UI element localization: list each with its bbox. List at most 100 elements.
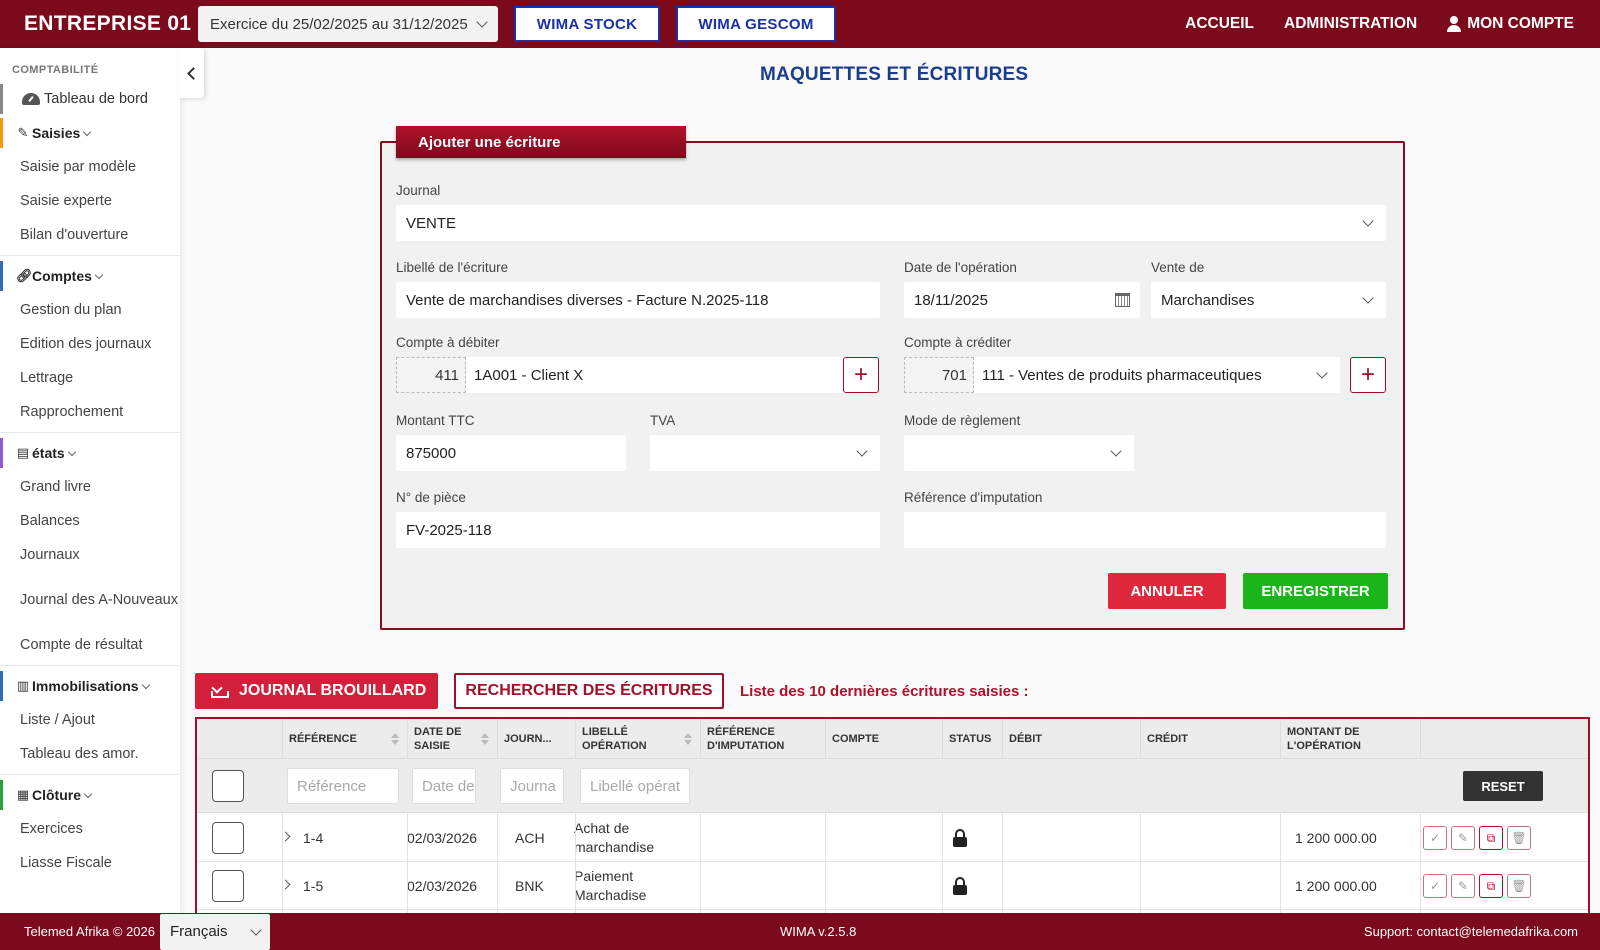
sidebar-item-dashboard[interactable]: Tableau de bord <box>0 82 180 116</box>
sidebar-divider <box>0 432 180 433</box>
nav-my-account[interactable]: MON COMPTE <box>1447 15 1574 33</box>
language-select[interactable]: Français <box>160 913 270 950</box>
sidebar-item-saisie-modele[interactable]: Saisie par modèle <box>0 150 180 184</box>
sidebar-group-saisies[interactable]: ✎ Saisies <box>0 116 180 150</box>
nav-administration[interactable]: ADMINISTRATION <box>1284 15 1417 33</box>
reset-filters-button[interactable]: RESET <box>1463 771 1543 801</box>
filter-date-input[interactable]: Date de <box>412 768 476 804</box>
sidebar-item-tableau-amor[interactable]: Tableau des amor. <box>0 737 180 771</box>
sidebar-item-edition-journaux[interactable]: Edition des journaux <box>0 327 180 361</box>
sidebar-group-cloture[interactable]: ▦ Clôture <box>0 778 180 812</box>
cancel-button[interactable]: ANNULER <box>1108 573 1226 609</box>
sidebar-item-journal-a-nouveaux[interactable]: Journal des A-Nouveaux <box>0 572 180 628</box>
select-all-checkbox[interactable] <box>212 770 244 802</box>
sidebar-item-liste-ajout[interactable]: Liste / Ajout <box>0 703 180 737</box>
imputation-ref-input[interactable] <box>904 512 1386 548</box>
header-date[interactable]: DATE DE SAISIE <box>407 719 497 759</box>
header-label: JOURN... <box>504 733 552 745</box>
validate-icon[interactable]: ✓ <box>1423 874 1447 898</box>
debit-account-label: Compte à débiter <box>396 335 500 350</box>
calendar-icon[interactable] <box>1115 293 1130 307</box>
date-input[interactable]: 18/11/2025 <box>904 282 1140 318</box>
footer: Telemed Afrika © 2026 Français WIMA v.2.… <box>0 913 1600 950</box>
credit-account-field[interactable]: 111 - Ventes de produits pharmaceutiques <box>974 357 1340 393</box>
header-label: MONTANT DE L'OPÉRATION <box>1287 726 1361 752</box>
column-divider <box>497 813 498 917</box>
download-icon <box>211 684 229 698</box>
calendar-icon: ▦ <box>16 787 30 802</box>
sidebar-item-liasse-fiscale[interactable]: Liasse Fiscale <box>0 846 180 880</box>
save-button[interactable]: ENREGISTRER <box>1243 573 1388 609</box>
sidebar-group-immobilisations[interactable]: ▥ Immobilisations <box>0 669 180 703</box>
filter-libelle-input[interactable]: Libellé opérat <box>580 768 690 804</box>
piece-input[interactable]: FV-2025-118 <box>396 512 880 548</box>
copy-icon[interactable]: ⧉ <box>1479 826 1503 850</box>
filter-reference-input[interactable]: Référence <box>287 768 399 804</box>
sidebar-item-grand-livre[interactable]: Grand livre <box>0 470 180 504</box>
journal-brouillard-label: JOURNAL BROUILLARD <box>239 682 427 699</box>
sidebar-item-balances[interactable]: Balances <box>0 504 180 538</box>
sidebar-group-etats[interactable]: ▤ états <box>0 436 180 470</box>
form-tab-title: Ajouter une écriture <box>396 126 686 158</box>
ttc-input[interactable]: 875000 <box>396 435 626 471</box>
column-divider <box>700 813 701 917</box>
chevron-down-icon <box>94 270 104 279</box>
column-divider <box>1140 813 1141 917</box>
exercise-select-value: Exercice du 25/02/2025 au 31/12/2025 <box>210 15 468 33</box>
table-row[interactable]: 1-5 02/03/2026 BNK Paiement Marchadise 1… <box>197 862 1588 910</box>
wima-stock-button[interactable]: WIMA STOCK <box>514 6 660 42</box>
column-divider <box>942 813 943 917</box>
sidebar-group-comptes[interactable]: 🔗︎ Comptes <box>0 259 180 293</box>
top-bar: ENTREPRISE 01 Exercice du 25/02/2025 au … <box>0 0 1600 48</box>
filter-journal-input[interactable]: Journa <box>500 768 564 804</box>
sidebar-item-gestion-plan[interactable]: Gestion du plan <box>0 293 180 327</box>
sidebar-item-journaux[interactable]: Journaux <box>0 538 180 572</box>
trash-icon[interactable]: 🗑︎ <box>1507 826 1531 850</box>
column-divider <box>282 813 283 917</box>
sort-icon <box>481 733 489 745</box>
sidebar-collapse-button[interactable] <box>178 48 204 98</box>
sidebar-item-rapprochement[interactable]: Rapprochement <box>0 395 180 429</box>
copy-icon[interactable]: ⧉ <box>1479 874 1503 898</box>
header-montant: MONTANT DE L'OPÉRATION <box>1280 719 1420 759</box>
add-debit-account-button[interactable]: + <box>843 357 879 393</box>
libelle-input[interactable]: Vente de marchandises diverses - Facture… <box>396 282 880 318</box>
sidebar-item-saisie-experte[interactable]: Saisie experte <box>0 184 180 218</box>
trash-icon[interactable]: 🗑︎ <box>1507 874 1531 898</box>
header-libelle[interactable]: LIBELLÉ OPÉRATION <box>575 719 700 759</box>
row-checkbox[interactable] <box>212 870 244 902</box>
validate-icon[interactable]: ✓ <box>1423 826 1447 850</box>
wima-gescom-button[interactable]: WIMA GESCOM <box>676 6 836 42</box>
debit-account-field[interactable]: 1A001 - Client X <box>466 357 878 393</box>
payment-mode-select[interactable] <box>904 435 1134 471</box>
header-reference[interactable]: RÉFÉRENCE <box>282 719 407 759</box>
header-credit: CRÉDIT <box>1140 719 1280 759</box>
sidebar-item-exercices[interactable]: Exercices <box>0 812 180 846</box>
link-icon: 🔗︎ <box>16 268 33 283</box>
header-label: STATUS <box>949 733 992 745</box>
table-header: RÉFÉRENCE DATE DE SAISIE JOURN... LIBELL… <box>197 719 1588 759</box>
nav-home[interactable]: ACCUEIL <box>1185 15 1254 33</box>
edit-icon[interactable]: ✎ <box>1451 826 1475 850</box>
table-row[interactable]: 1-4 02/03/2026 ACH Achat de marchandise … <box>197 814 1588 862</box>
debit-account-select[interactable]: 411 1A001 - Client X <box>396 357 878 393</box>
journal-brouillard-button[interactable]: JOURNAL BROUILLARD <box>195 673 438 709</box>
row-checkbox[interactable] <box>212 822 244 854</box>
search-entries-button[interactable]: RECHERCHER DES ÉCRITURES <box>454 673 724 709</box>
header-journal[interactable]: JOURN... <box>497 719 575 759</box>
edit-icon[interactable]: ✎ <box>1451 874 1475 898</box>
sidebar-item-compte-resultat[interactable]: Compte de résultat <box>0 628 180 662</box>
header-label: RÉFÉRENCE D'IMPUTATION <box>707 726 785 752</box>
cell-reference: 1-5 <box>303 877 324 894</box>
sidebar-item-bilan-ouverture[interactable]: Bilan d'ouverture <box>0 218 180 252</box>
journal-select[interactable]: VENTE <box>396 205 1386 241</box>
add-credit-account-button[interactable]: + <box>1350 357 1386 393</box>
header-label: COMPTE <box>832 733 880 745</box>
credit-account-select[interactable]: 701 111 - Ventes de produits pharmaceuti… <box>904 357 1340 393</box>
exercise-select[interactable]: Exercice du 25/02/2025 au 31/12/2025 <box>198 6 498 42</box>
header-debit: DÉBIT <box>1002 719 1140 759</box>
chevron-down-icon <box>1110 445 1122 457</box>
tva-select[interactable] <box>650 435 880 471</box>
vente-select[interactable]: Marchandises <box>1151 282 1386 318</box>
sidebar-item-lettrage[interactable]: Lettrage <box>0 361 180 395</box>
